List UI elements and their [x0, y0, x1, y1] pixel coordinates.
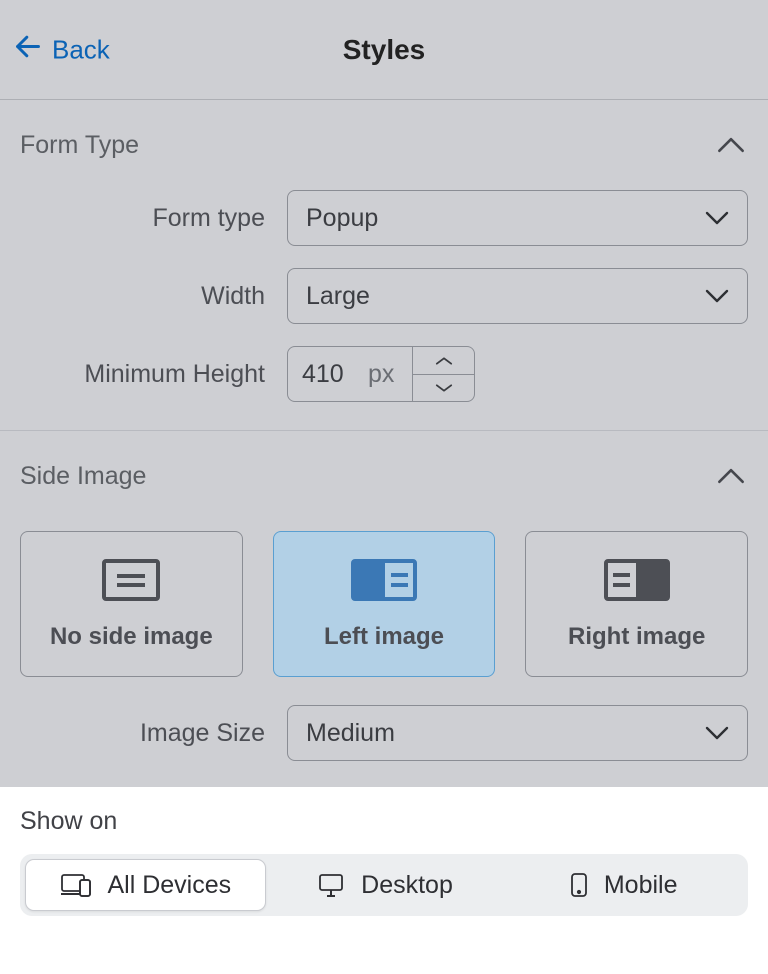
segment-all-devices-label: All Devices: [108, 871, 232, 900]
row-width: Width Large: [20, 268, 748, 324]
min-height-input[interactable]: 410 px: [287, 346, 413, 402]
segment-desktop-label: Desktop: [361, 871, 453, 900]
stepper-up-button[interactable]: [413, 347, 474, 374]
chevron-up-icon: [714, 128, 748, 162]
section-side-image: Side Image No side image: [0, 431, 768, 789]
show-on-panel: Show on All Devices Desktop: [0, 787, 768, 974]
select-form-type[interactable]: Popup: [287, 190, 748, 246]
section-side-image-header[interactable]: Side Image: [20, 431, 748, 521]
section-form-type-title: Form Type: [20, 131, 139, 160]
chevron-down-icon: [705, 204, 729, 233]
select-width[interactable]: Large: [287, 268, 748, 324]
row-min-height: Minimum Height 410 px: [20, 346, 748, 402]
row-image-size: Image Size Medium: [20, 705, 748, 761]
select-width-value: Large: [306, 282, 370, 311]
side-image-options: No side image Left image: [20, 531, 748, 677]
right-image-icon: [604, 557, 670, 603]
section-side-image-title: Side Image: [20, 462, 146, 491]
card-no-side-image-label: No side image: [50, 623, 213, 651]
stepper-down-button[interactable]: [413, 374, 474, 401]
chevron-down-icon: [705, 282, 729, 311]
row-form-type: Form type Popup: [20, 190, 748, 246]
label-width: Width: [20, 282, 287, 311]
label-image-size: Image Size: [20, 719, 287, 748]
left-image-icon: [351, 557, 417, 603]
card-left-image[interactable]: Left image: [273, 531, 496, 677]
devices-icon: [60, 872, 92, 898]
page-title: Styles: [343, 34, 426, 66]
chevron-up-icon: [714, 459, 748, 493]
segment-all-devices[interactable]: All Devices: [25, 859, 266, 911]
label-min-height: Minimum Height: [20, 360, 287, 389]
no-side-image-icon: [101, 557, 161, 603]
back-button[interactable]: Back: [14, 32, 110, 67]
min-height-unit: px: [368, 360, 412, 389]
segment-desktop[interactable]: Desktop: [266, 859, 505, 911]
section-form-type-header[interactable]: Form Type: [20, 100, 748, 190]
label-form-type: Form type: [20, 204, 287, 233]
back-arrow-icon: [14, 32, 42, 67]
card-no-side-image[interactable]: No side image: [20, 531, 243, 677]
show-on-title: Show on: [20, 807, 748, 836]
device-segment: All Devices Desktop Mobile: [20, 854, 748, 916]
section-form-type: Form Type Form type Popup Width Large: [0, 100, 768, 431]
desktop-icon: [317, 872, 345, 898]
min-height-stepper: [413, 346, 475, 402]
select-image-size-value: Medium: [306, 719, 395, 748]
mobile-icon: [570, 872, 588, 898]
segment-mobile-label: Mobile: [604, 871, 678, 900]
card-right-image[interactable]: Right image: [525, 531, 748, 677]
card-left-image-label: Left image: [324, 623, 444, 651]
select-form-type-value: Popup: [306, 204, 378, 233]
select-image-size[interactable]: Medium: [287, 705, 748, 761]
chevron-down-icon: [705, 719, 729, 748]
header-bar: Back Styles: [0, 0, 768, 100]
min-height-field-group: 410 px: [287, 346, 475, 402]
card-right-image-label: Right image: [568, 623, 705, 651]
segment-mobile[interactable]: Mobile: [504, 859, 743, 911]
back-label: Back: [52, 34, 110, 65]
min-height-value: 410: [288, 360, 368, 389]
